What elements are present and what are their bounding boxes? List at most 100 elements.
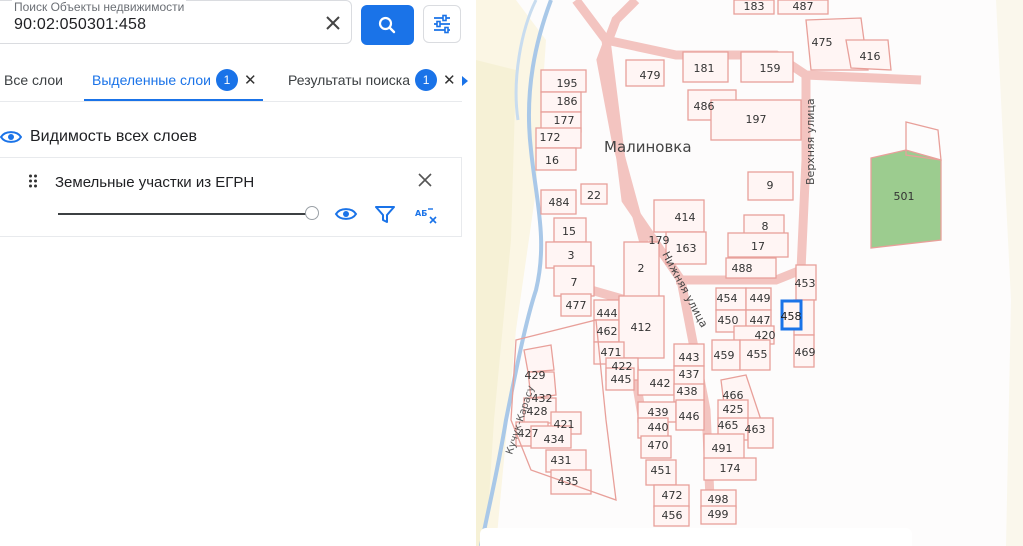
drag-handle-icon[interactable] xyxy=(28,174,38,188)
parcel-label: 501 xyxy=(894,190,915,203)
parcel-label: 435 xyxy=(558,475,579,488)
parcel-label: 177 xyxy=(554,114,575,127)
side-panel: Поиск Объекты недвижимости 90:02:050301:… xyxy=(0,0,476,546)
search-settings-button[interactable] xyxy=(423,5,461,43)
parcel-label: 422 xyxy=(612,360,633,373)
parcel-label: 17 xyxy=(751,240,765,253)
parcel-label: 416 xyxy=(860,50,881,63)
tabs-scroll-right-icon[interactable] xyxy=(462,76,468,86)
tab-all-layers[interactable]: Все слои xyxy=(4,58,63,102)
layer-tabs: Все слои Выделенные слои 1 ✕ Результаты … xyxy=(0,58,476,102)
parcel-label: 172 xyxy=(540,131,561,144)
tab-label: Выделенные слои xyxy=(92,72,211,88)
parcel-label: 179 xyxy=(649,234,670,247)
parcel-label: 446 xyxy=(679,410,700,423)
parcel-label: 440 xyxy=(648,421,669,434)
parcel-label: 454 xyxy=(717,292,738,305)
parcel-label: 456 xyxy=(662,509,683,522)
close-icon xyxy=(418,173,432,187)
map-canvas[interactable]: 183 487 475416 479181 159195 186 486 177 19… xyxy=(476,0,1023,546)
parcel-label: 438 xyxy=(677,385,698,398)
parcel-label: 443 xyxy=(679,351,700,364)
eye-icon xyxy=(0,131,22,143)
sliders-icon xyxy=(434,14,450,34)
parcel-label: 439 xyxy=(648,406,669,419)
parcel-label: 434 xyxy=(544,433,565,446)
parcel-label: 477 xyxy=(566,299,587,312)
parcel-label: 2 xyxy=(638,262,645,275)
remove-layer-button[interactable] xyxy=(418,170,432,193)
clear-search-button[interactable] xyxy=(321,11,345,35)
parcel-label: 414 xyxy=(675,211,696,224)
parcel-label: 488 xyxy=(732,262,753,275)
search-box[interactable]: Поиск Объекты недвижимости 90:02:050301:… xyxy=(0,0,352,44)
cadastral-map[interactable]: 183 487 475 416 479 181 159 195 186 486 177 19… xyxy=(476,0,1023,546)
street-name: Верхняя улица xyxy=(804,98,817,185)
parcel-label: 463 xyxy=(745,423,766,436)
layer-labels-button[interactable]: АБ xyxy=(412,202,440,228)
parcel-label: 471 xyxy=(601,346,622,359)
parcel-label: 421 xyxy=(554,418,575,431)
labels-off-icon: АБ xyxy=(415,208,437,224)
parcel-label: 181 xyxy=(694,62,715,75)
tab-selected-layers[interactable]: Выделенные слои 1 ✕ xyxy=(92,58,257,102)
parcel-label: 470 xyxy=(648,439,669,452)
parcel-label: 195 xyxy=(557,77,578,90)
parcel-label: 420 xyxy=(755,329,776,342)
close-tab-icon[interactable]: ✕ xyxy=(244,71,257,89)
parcel-label: 425 xyxy=(723,403,744,416)
parcel-label: 498 xyxy=(708,493,729,506)
parcel-label: 479 xyxy=(640,69,661,82)
tab-label: Результаты поиска xyxy=(288,72,411,88)
selected-parcel-label: 458 xyxy=(781,310,802,323)
tab-search-results[interactable]: Результаты поиска 1 ✕ xyxy=(288,58,456,102)
close-icon xyxy=(326,16,340,30)
parcel-label: 455 xyxy=(747,348,768,361)
parcel-label: 174 xyxy=(720,462,741,475)
parcel-label: 3 xyxy=(568,249,575,262)
village-name: Малиновка xyxy=(604,138,692,156)
parcel-label: 197 xyxy=(746,113,767,126)
parcel-label: 491 xyxy=(712,442,733,455)
parcel-label: 444 xyxy=(597,307,618,320)
parcel-label: 16 xyxy=(545,154,559,167)
parcel-label: 466 xyxy=(723,389,744,402)
parcel-label: 472 xyxy=(662,489,683,502)
layer-visibility-button[interactable] xyxy=(333,202,361,228)
search-input[interactable]: 90:02:050301:458 xyxy=(14,16,146,34)
opacity-slider-thumb[interactable] xyxy=(305,206,319,220)
close-tab-icon[interactable]: ✕ xyxy=(443,71,456,89)
eye-icon xyxy=(334,208,358,220)
parcel-label: 445 xyxy=(611,373,632,386)
search-icon xyxy=(378,16,396,34)
parcel-label: 450 xyxy=(718,314,739,327)
search-button[interactable] xyxy=(361,5,414,45)
parcel-label: 459 xyxy=(714,349,735,362)
map-bottom-bar xyxy=(480,528,912,546)
parcel-label: 451 xyxy=(651,464,672,477)
visibility-label: Видимость всех слоев xyxy=(30,128,198,145)
tab-badge: 1 xyxy=(215,69,238,91)
parcel-label: 486 xyxy=(694,100,715,113)
tab-label: Все слои xyxy=(4,72,63,88)
parcel-label: 183 xyxy=(744,0,765,13)
parcel-label: 186 xyxy=(557,95,578,108)
parcel-label: 7 xyxy=(571,276,578,289)
opacity-slider-track[interactable] xyxy=(58,213,308,215)
tab-badge: 1 xyxy=(415,69,438,91)
parcel-label: 499 xyxy=(708,508,729,521)
parcel-label: 431 xyxy=(551,454,572,467)
parcel-label: 159 xyxy=(760,62,781,75)
parcel-label: 475 xyxy=(812,36,833,49)
parcel-label: 487 xyxy=(793,0,814,13)
parcel-label: 8 xyxy=(762,220,769,233)
search-label: Поиск Объекты недвижимости xyxy=(12,0,187,14)
parcel-label: 447 xyxy=(750,314,771,327)
parcel-label: 412 xyxy=(631,321,652,334)
tabs-divider xyxy=(0,101,462,102)
layer-filter-button[interactable] xyxy=(372,202,400,228)
layer-card: Земельные участки из ЕГРН АБ xyxy=(0,157,462,237)
svg-text:АБ: АБ xyxy=(415,209,427,218)
parcel-label: 484 xyxy=(549,196,570,209)
toggle-all-layers-visibility[interactable]: Видимость всех слоев xyxy=(0,122,197,152)
